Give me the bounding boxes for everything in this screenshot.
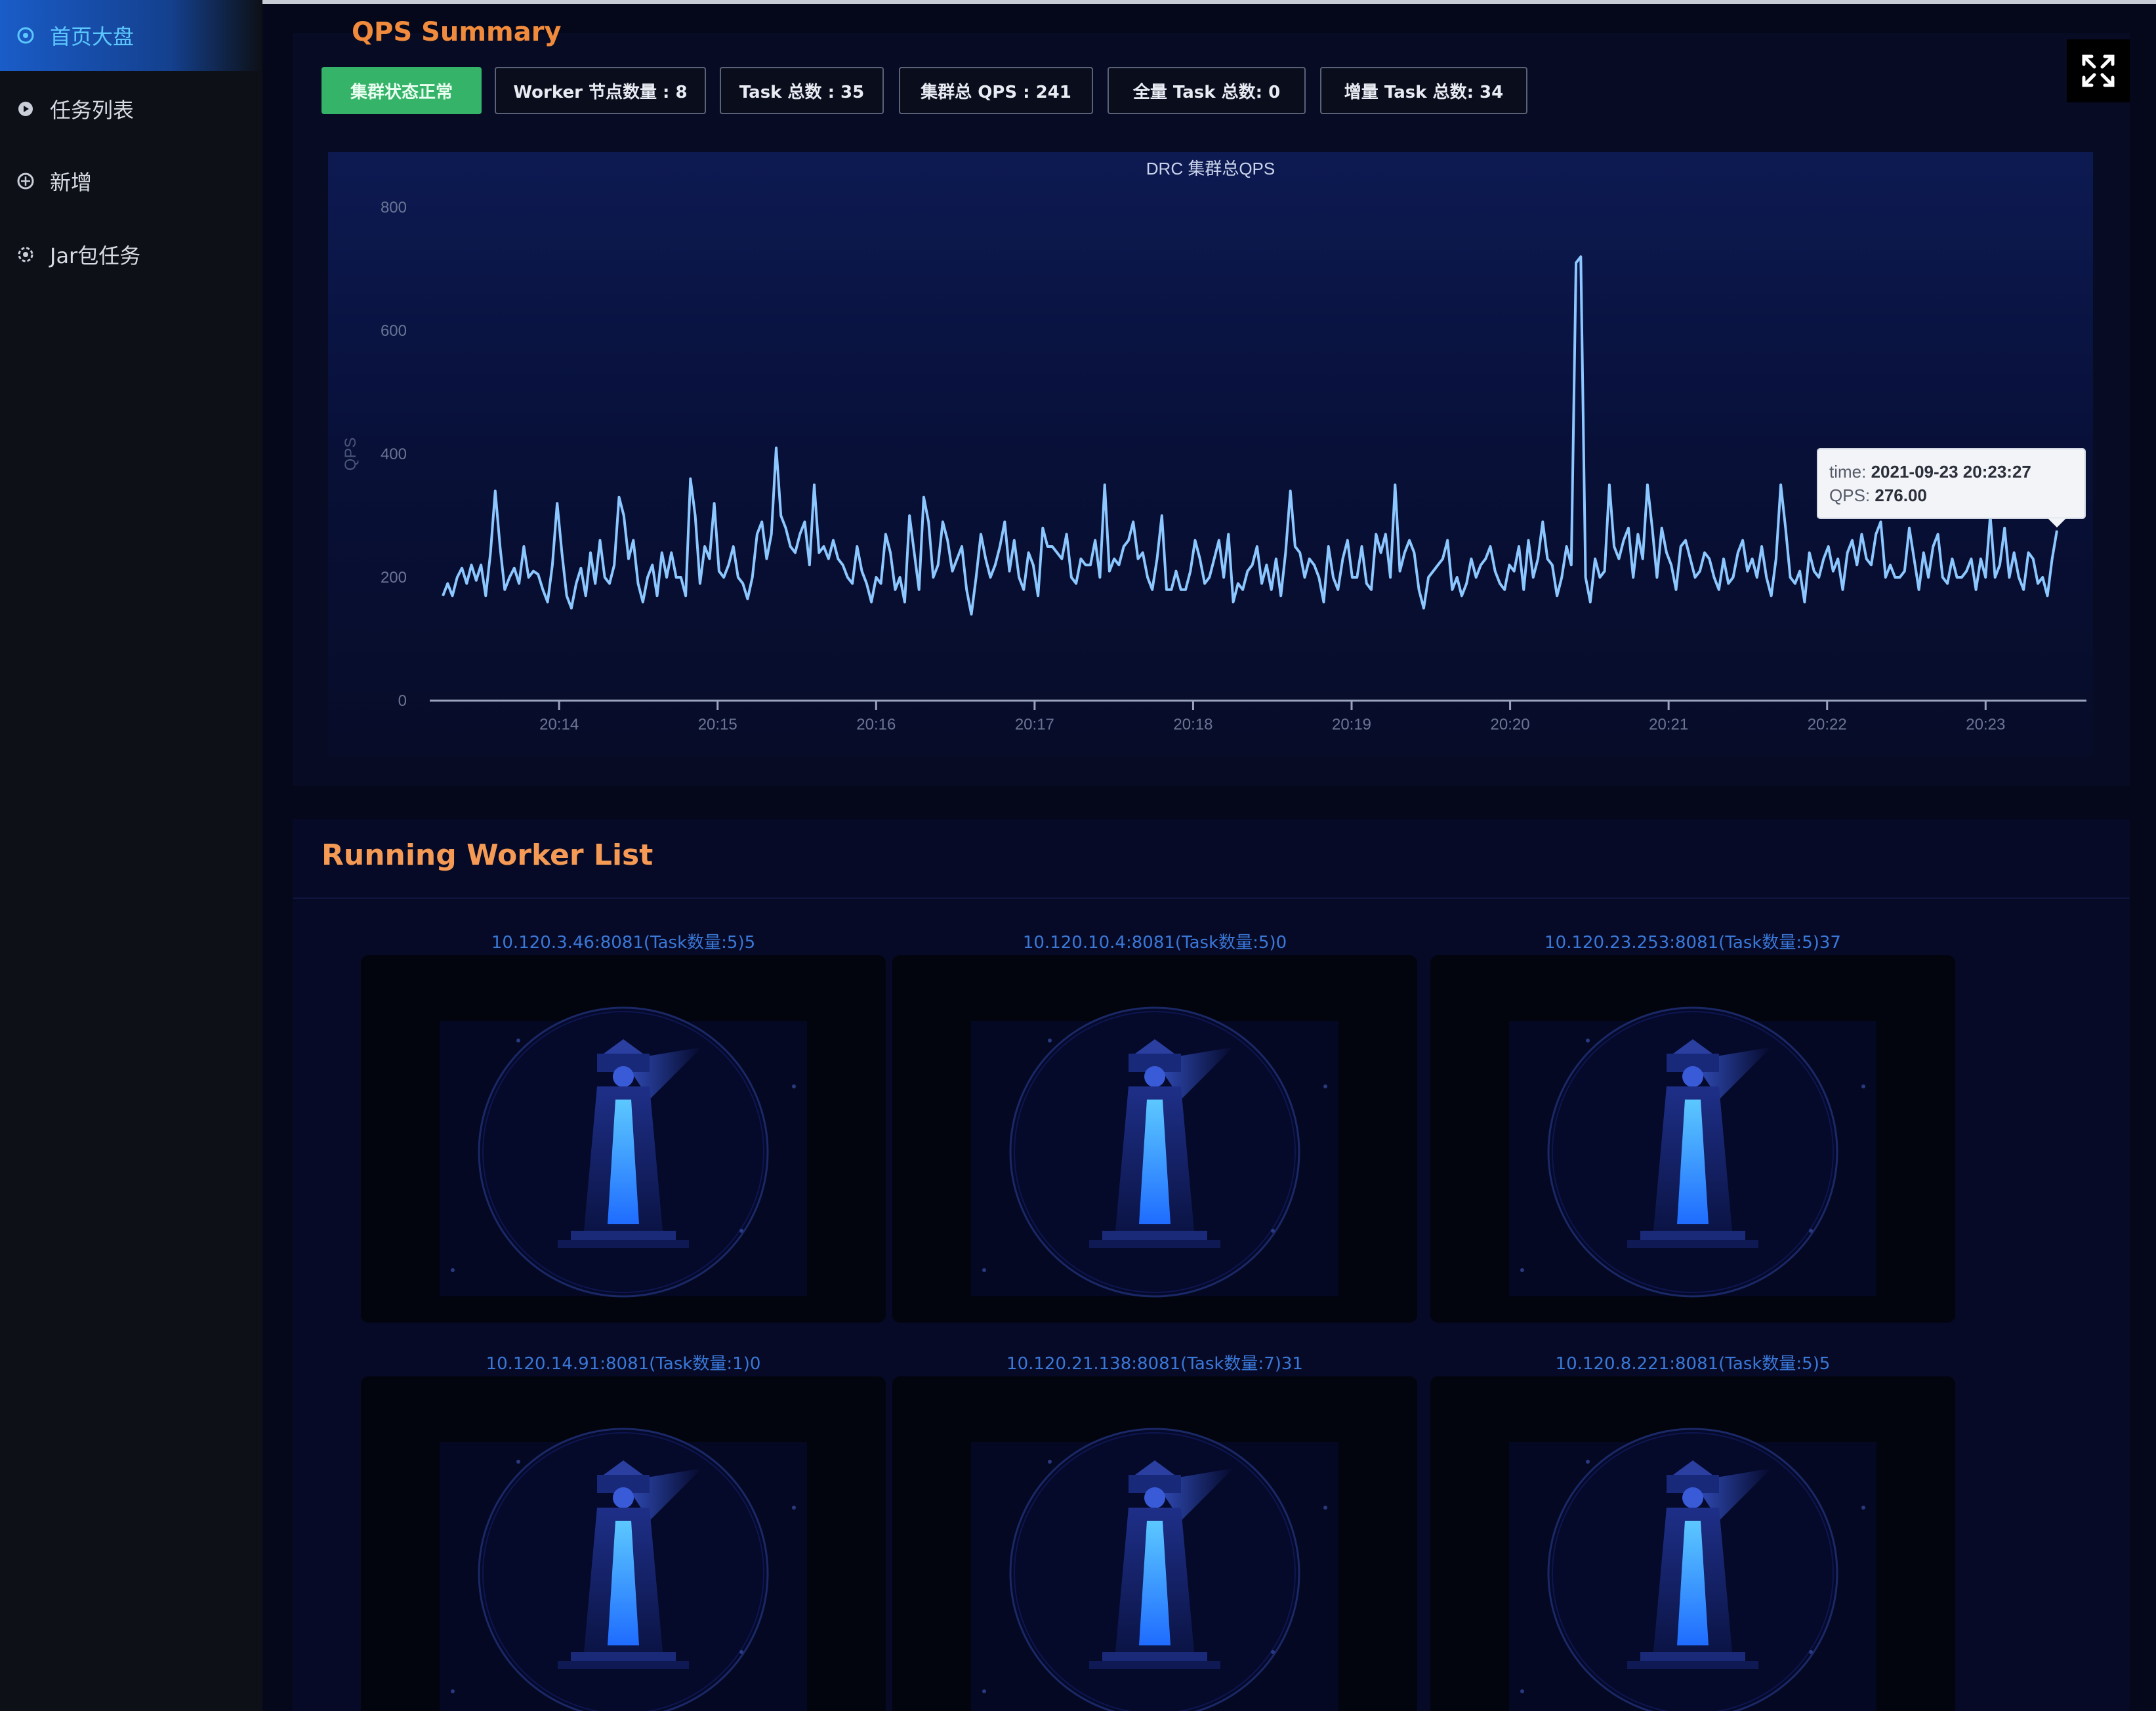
x-tick-label: 20:16 bbox=[856, 716, 896, 733]
x-tick-label: 20:23 bbox=[1966, 716, 2005, 733]
task-total-stat: Task 总数 : 35 bbox=[720, 67, 884, 114]
summary-title: QPS Summary bbox=[352, 17, 562, 47]
chart-title: DRC 集群总QPS bbox=[1146, 159, 1275, 178]
worker-card[interactable] bbox=[1430, 955, 1955, 1323]
y-tick-label: 200 bbox=[381, 569, 407, 587]
worker-label: 10.120.8.221:8081(Task数量:5)5 bbox=[1555, 1354, 1831, 1374]
y-tick-label: 400 bbox=[381, 445, 407, 463]
y-tick-label: 600 bbox=[381, 322, 407, 340]
qps-chart-svg: DRC 集群总QPS QPS 0 200 400 600 800 20:14 20:15 2… bbox=[328, 152, 2093, 756]
jar-icon bbox=[18, 247, 33, 262]
y-tick-label: 800 bbox=[381, 199, 407, 216]
sidebar-item-label: Jar包任务 bbox=[50, 243, 141, 268]
x-tick-label: 20:21 bbox=[1649, 716, 1688, 733]
fullscreen-icon bbox=[2082, 54, 2115, 87]
lighthouse-icon bbox=[1430, 955, 1955, 1323]
tooltip-qps: QPS: 276.00 bbox=[1829, 485, 1927, 505]
y-tick-label: 0 bbox=[398, 692, 407, 710]
top-border bbox=[262, 0, 2156, 4]
cluster-qps-stat: 集群总 QPS : 241 bbox=[899, 67, 1093, 114]
sidebar-item-label: 任务列表 bbox=[50, 98, 135, 123]
app-root: 首页大盘 任务列表 新增 Jar包任务 QPS Summary 集群状态正常 W… bbox=[0, 0, 2156, 1711]
dashboard-icon bbox=[17, 27, 34, 44]
chart-tooltip bbox=[1817, 448, 2086, 519]
full-task-stat: 全量 Task 总数: 0 bbox=[1108, 67, 1306, 114]
worker-card[interactable] bbox=[892, 1376, 1417, 1711]
qps-chart: DRC 集群总QPS QPS 0 200 400 600 800 20:14 20:15 2… bbox=[328, 152, 2093, 756]
worker-card[interactable] bbox=[361, 955, 886, 1323]
sidebar-item-label: 首页大盘 bbox=[50, 24, 135, 49]
cluster-status-badge: 集群状态正常 bbox=[321, 67, 482, 114]
lighthouse-icon bbox=[361, 1376, 886, 1711]
x-tick-label: 20:15 bbox=[698, 716, 737, 733]
x-tick-label: 20:19 bbox=[1332, 716, 1371, 733]
x-tick-label: 20:22 bbox=[1808, 716, 1847, 733]
incremental-task-stat: 增量 Task 总数: 34 bbox=[1320, 67, 1527, 114]
sidebar-item-label: 新增 bbox=[50, 170, 93, 195]
worker-card[interactable] bbox=[1430, 1376, 1955, 1711]
workers-divider bbox=[293, 897, 2130, 899]
fullscreen-button[interactable] bbox=[2067, 39, 2130, 102]
x-tick-label: 20:17 bbox=[1015, 716, 1054, 733]
list-icon bbox=[18, 102, 33, 116]
sidebar-item-dashboard[interactable]: 首页大盘 bbox=[0, 0, 262, 71]
worker-count-stat: Worker 节点数量 : 8 bbox=[495, 67, 706, 114]
worker-label: 10.120.23.253:8081(Task数量:5)37 bbox=[1544, 933, 1841, 953]
sidebar-item-add[interactable]: 新增 bbox=[0, 146, 262, 216]
lighthouse-icon bbox=[892, 955, 1417, 1323]
worker-card[interactable] bbox=[892, 955, 1417, 1323]
lighthouse-icon bbox=[1430, 1376, 1955, 1711]
worker-label: 10.120.3.46:8081(Task数量:5)5 bbox=[491, 933, 756, 953]
lighthouse-icon bbox=[361, 955, 886, 1323]
x-tick-label: 20:18 bbox=[1173, 716, 1213, 733]
sidebar-item-jar-task[interactable]: Jar包任务 bbox=[0, 219, 262, 290]
sidebar-item-task-list[interactable]: 任务列表 bbox=[0, 73, 262, 144]
x-tick-label: 20:14 bbox=[539, 716, 579, 733]
workers-title: Running Worker List bbox=[321, 838, 653, 872]
sidebar: 首页大盘 任务列表 新增 Jar包任务 bbox=[0, 0, 262, 1711]
lighthouse-icon bbox=[892, 1376, 1417, 1711]
worker-label: 10.120.10.4:8081(Task数量:5)0 bbox=[1022, 933, 1287, 953]
x-tick-label: 20:20 bbox=[1491, 716, 1530, 733]
worker-card[interactable] bbox=[361, 1376, 886, 1711]
tooltip-time: time: 2021-09-23 20:23:27 bbox=[1829, 462, 2031, 482]
add-icon bbox=[17, 173, 34, 190]
worker-label: 10.120.21.138:8081(Task数量:7)31 bbox=[1006, 1354, 1303, 1374]
y-axis-label: QPS bbox=[342, 438, 360, 471]
worker-label: 10.120.14.91:8081(Task数量:1)0 bbox=[486, 1354, 761, 1374]
